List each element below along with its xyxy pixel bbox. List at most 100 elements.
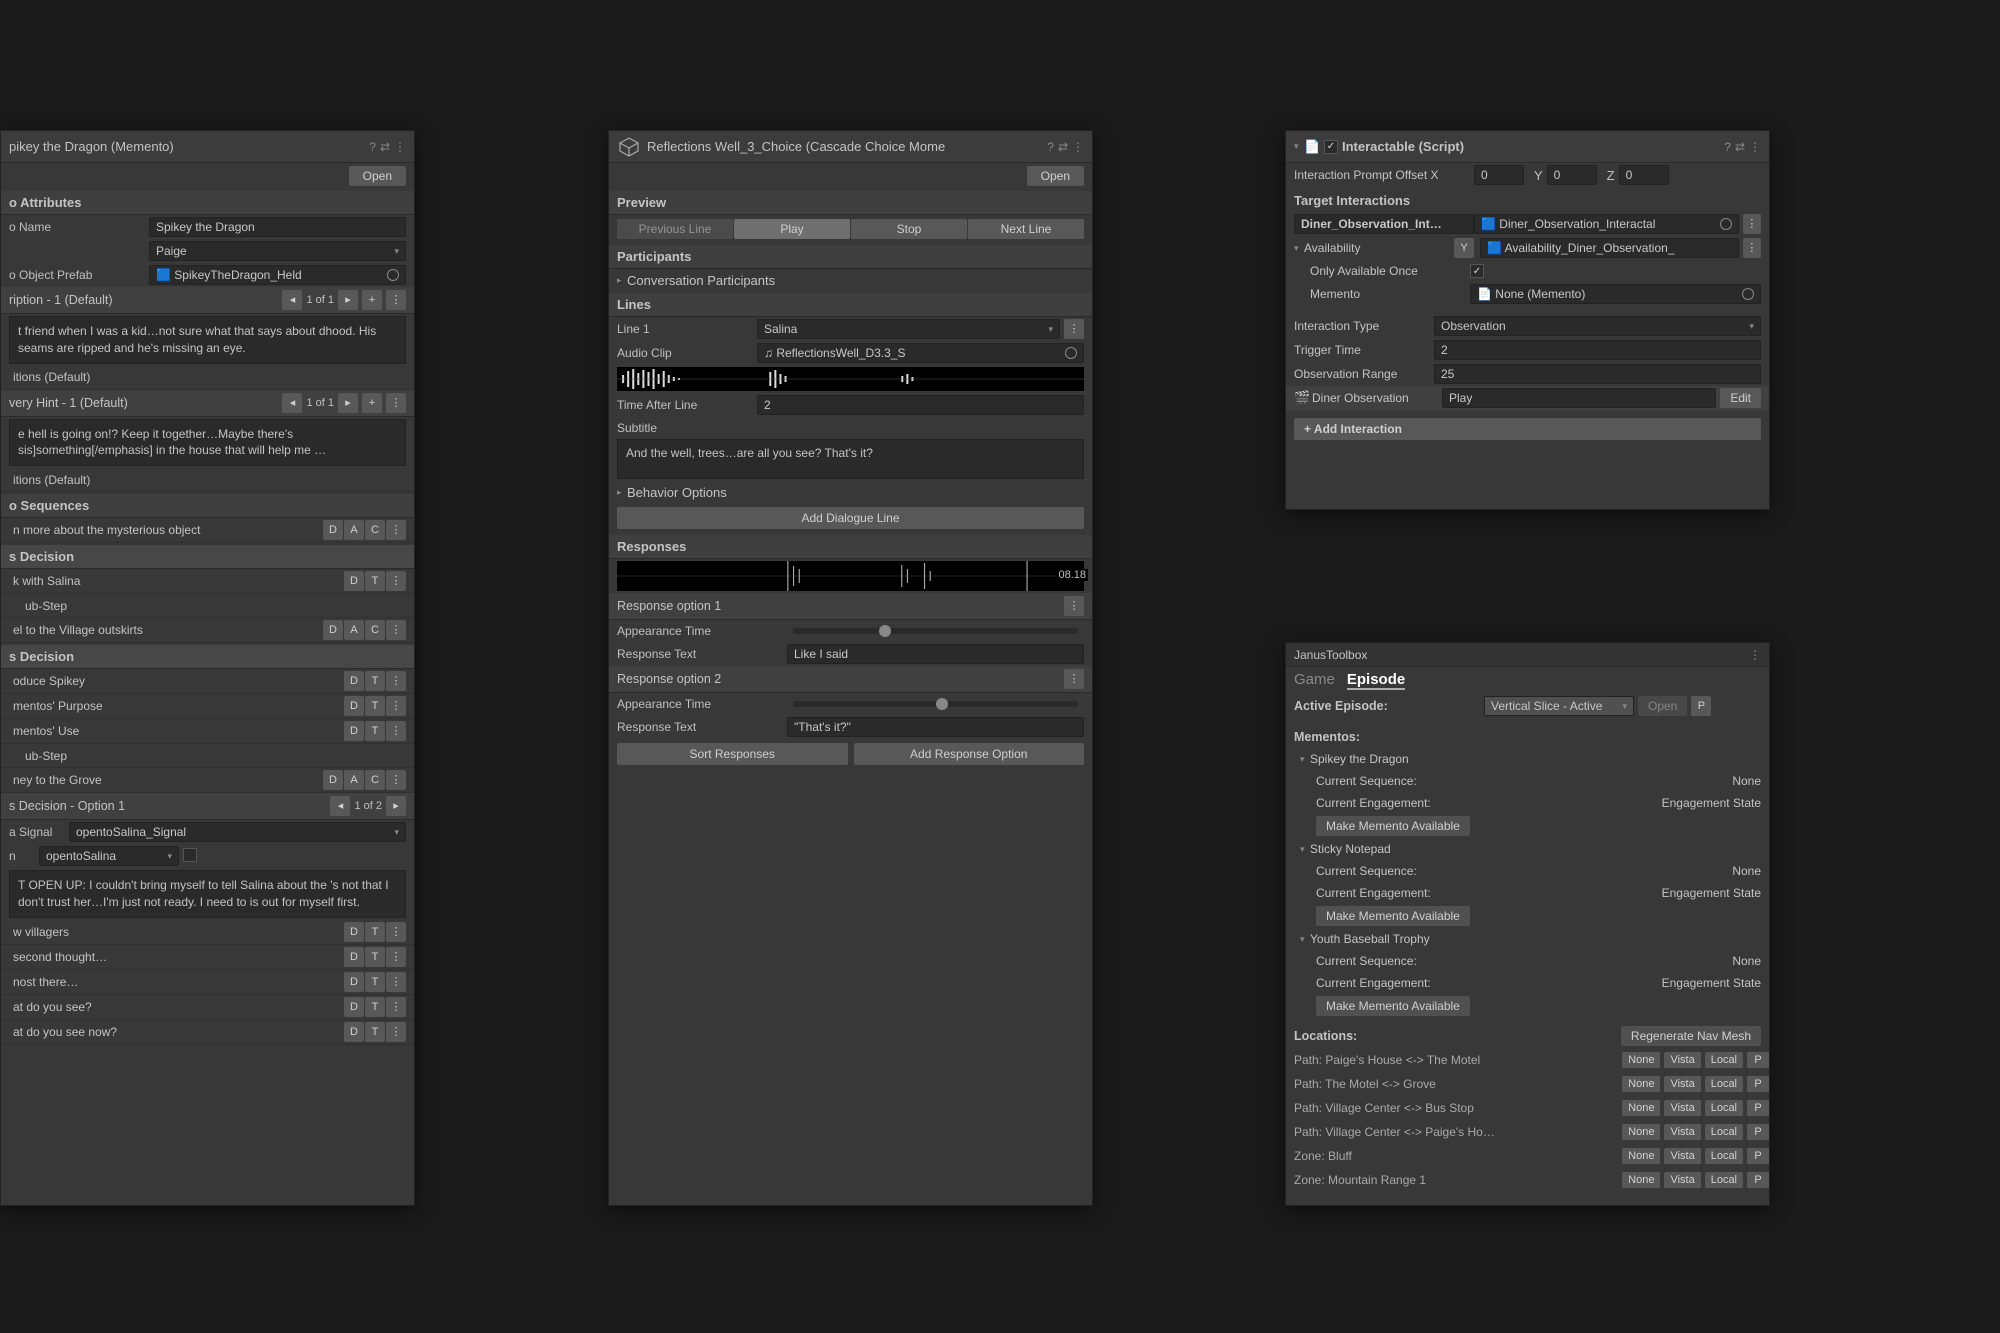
name-field[interactable] bbox=[149, 217, 406, 237]
n-dropdown[interactable]: opentoSalina▾ bbox=[39, 846, 179, 866]
observation-range-field[interactable] bbox=[1434, 364, 1761, 384]
p-button[interactable]: P bbox=[1747, 1052, 1769, 1068]
d-button[interactable]: D bbox=[344, 696, 364, 716]
menu-button[interactable]: ⋮ bbox=[386, 571, 406, 591]
game-tab[interactable]: Game bbox=[1294, 671, 1335, 690]
settings-icon[interactable]: ⇄ bbox=[1735, 140, 1745, 154]
add-response-button[interactable]: Add Response Option bbox=[854, 743, 1085, 765]
next-line-button[interactable]: Next Line bbox=[968, 219, 1084, 239]
a-button[interactable]: A bbox=[344, 620, 364, 640]
list-item[interactable]: ub-Step bbox=[1, 594, 414, 618]
menu-button[interactable]: ⋮ bbox=[386, 696, 406, 716]
owner-dropdown[interactable]: Paige▾ bbox=[149, 241, 406, 261]
participants-foldout[interactable]: ▸Conversation Participants bbox=[609, 269, 1092, 291]
memento-item[interactable]: ▾Sticky Notepad bbox=[1286, 838, 1769, 860]
list-item[interactable]: ub-Step bbox=[1, 744, 414, 768]
enabled-checkbox[interactable]: ✓ bbox=[1324, 140, 1338, 154]
appearance-slider[interactable] bbox=[793, 701, 1078, 707]
vista-button[interactable]: Vista bbox=[1664, 1076, 1700, 1092]
list-item[interactable]: k with SalinaDT⋮ bbox=[1, 569, 414, 594]
d-button[interactable]: D bbox=[344, 571, 364, 591]
d-button[interactable]: D bbox=[323, 520, 343, 540]
t-button[interactable]: T bbox=[365, 696, 385, 716]
c-button[interactable]: C bbox=[365, 770, 385, 790]
d-button[interactable]: D bbox=[344, 721, 364, 741]
appearance-slider[interactable] bbox=[793, 628, 1078, 634]
interaction-type-dropdown[interactable]: Observation▾ bbox=[1434, 316, 1761, 336]
menu-button[interactable]: ⋮ bbox=[386, 770, 406, 790]
open-button[interactable]: Open bbox=[1027, 166, 1084, 186]
p-button[interactable]: P bbox=[1747, 1124, 1769, 1140]
only-once-checkbox[interactable]: ✓ bbox=[1470, 264, 1484, 278]
checkbox[interactable] bbox=[183, 848, 197, 862]
trigger-time-field[interactable] bbox=[1434, 340, 1761, 360]
d-button[interactable]: D bbox=[323, 620, 343, 640]
add-interaction-button[interactable]: + Add Interaction bbox=[1294, 418, 1761, 440]
speaker-dropdown[interactable]: Salina▾ bbox=[757, 319, 1060, 339]
tab-title[interactable]: JanusToolbox bbox=[1294, 648, 1745, 662]
make-available-button[interactable]: Make Memento Available bbox=[1316, 816, 1470, 836]
menu-button[interactable]: ⋮ bbox=[1743, 214, 1761, 234]
list-item[interactable]: el to the Village outskirtsDAC⋮ bbox=[1, 618, 414, 643]
pager-next[interactable]: ▸ bbox=[386, 796, 406, 816]
help-icon[interactable]: ? bbox=[1047, 140, 1054, 154]
d-button[interactable]: D bbox=[323, 770, 343, 790]
local-button[interactable]: Local bbox=[1705, 1100, 1743, 1116]
play-dropdown[interactable]: Play bbox=[1442, 388, 1716, 408]
list-item[interactable]: mentos' PurposeDT⋮ bbox=[1, 694, 414, 719]
local-button[interactable]: Local bbox=[1705, 1076, 1743, 1092]
menu-button[interactable]: ⋮ bbox=[1064, 669, 1084, 689]
local-button[interactable]: Local bbox=[1705, 1124, 1743, 1140]
x-field[interactable] bbox=[1474, 165, 1524, 185]
local-button[interactable]: Local bbox=[1705, 1052, 1743, 1068]
make-available-button[interactable]: Make Memento Available bbox=[1316, 996, 1470, 1016]
pager-prev[interactable]: ◂ bbox=[282, 393, 302, 413]
menu-button[interactable]: ⋮ bbox=[1064, 319, 1084, 339]
menu-button[interactable]: ⋮ bbox=[386, 620, 406, 640]
sequence-title-row[interactable]: n more about the mysterious object D A C… bbox=[1, 518, 414, 543]
vista-button[interactable]: Vista bbox=[1664, 1052, 1700, 1068]
local-button[interactable]: Local bbox=[1705, 1148, 1743, 1164]
list-item[interactable]: at do you see?DT⋮ bbox=[1, 995, 414, 1020]
stop-button[interactable]: Stop bbox=[851, 219, 967, 239]
y-field[interactable] bbox=[1547, 165, 1597, 185]
conditions-row[interactable]: itions (Default) bbox=[1, 468, 414, 492]
none-button[interactable]: None bbox=[1622, 1148, 1660, 1164]
local-button[interactable]: Local bbox=[1705, 1172, 1743, 1188]
play-button[interactable]: Play bbox=[734, 219, 850, 239]
foldout-arrow[interactable]: ▾ bbox=[1300, 754, 1310, 765]
t-button[interactable]: T bbox=[365, 571, 385, 591]
none-button[interactable]: None bbox=[1622, 1124, 1660, 1140]
settings-icon[interactable]: ⇄ bbox=[1058, 140, 1068, 154]
none-button[interactable]: None bbox=[1622, 1052, 1660, 1068]
none-button[interactable]: None bbox=[1622, 1076, 1660, 1092]
list-item[interactable]: second thought…DT⋮ bbox=[1, 945, 414, 970]
interaction-object-field[interactable]: 🟦 Diner_Observation_Interactal bbox=[1474, 214, 1739, 234]
p-button[interactable]: P bbox=[1747, 1172, 1769, 1188]
add-dialogue-button[interactable]: Add Dialogue Line bbox=[617, 507, 1084, 529]
help-icon[interactable]: ? bbox=[1724, 140, 1731, 154]
add-button[interactable]: + bbox=[362, 393, 382, 413]
signal-dropdown[interactable]: opentoSalina_Signal▾ bbox=[69, 822, 406, 842]
p-button[interactable]: P bbox=[1747, 1100, 1769, 1116]
sort-responses-button[interactable]: Sort Responses bbox=[617, 743, 848, 765]
menu-button[interactable]: ⋮ bbox=[386, 520, 406, 540]
z-field[interactable] bbox=[1619, 165, 1669, 185]
pager-next[interactable]: ▸ bbox=[338, 393, 358, 413]
subtitle-text[interactable]: And the well, trees…are all you see? Tha… bbox=[617, 439, 1084, 479]
a-button[interactable]: A bbox=[344, 770, 364, 790]
y-button[interactable]: Y bbox=[1454, 238, 1474, 258]
foldout-arrow[interactable]: ▾ bbox=[1294, 243, 1304, 254]
response-waveform[interactable] bbox=[617, 561, 1084, 591]
memento-item[interactable]: ▾Youth Baseball Trophy bbox=[1286, 928, 1769, 950]
a-button[interactable]: A bbox=[344, 520, 364, 540]
menu-icon[interactable]: ⋮ bbox=[1749, 648, 1761, 662]
menu-button[interactable]: ⋮ bbox=[1064, 596, 1084, 616]
edit-button[interactable]: Edit bbox=[1720, 388, 1761, 408]
regenerate-navmesh-button[interactable]: Regenerate Nav Mesh bbox=[1621, 1026, 1761, 1046]
memento-item[interactable]: ▾Spikey the Dragon bbox=[1286, 748, 1769, 770]
c-button[interactable]: C bbox=[365, 520, 385, 540]
episode-dropdown[interactable]: Vertical Slice - Active▾ bbox=[1484, 696, 1634, 716]
menu-icon[interactable]: ⋮ bbox=[394, 140, 406, 154]
list-item[interactable]: ney to the GroveDAC⋮ bbox=[1, 768, 414, 793]
